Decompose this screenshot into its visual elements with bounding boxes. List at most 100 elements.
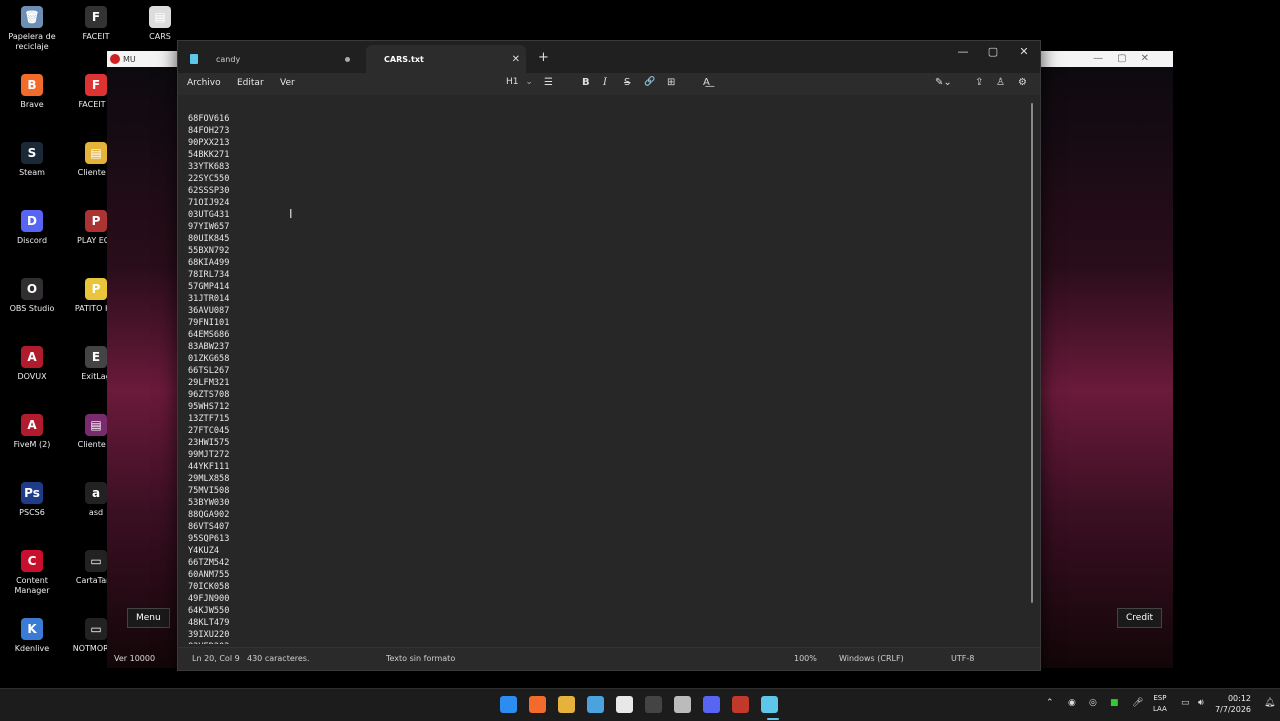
notepad-titlebar[interactable]: candy CARS.txt ✕ + — ▢ ✕ <box>178 41 1040 73</box>
text-line[interactable]: 31JTR014 <box>188 293 229 305</box>
menu-ver[interactable]: Ver <box>280 78 295 88</box>
text-line[interactable]: 80UIK845 <box>188 233 229 245</box>
start-taskbar-icon[interactable] <box>500 696 517 713</box>
notepad-window[interactable]: candy CARS.txt ✕ + — ▢ ✕ Archivo Editar … <box>177 40 1041 671</box>
nvidia-tray-icon[interactable]: ■ <box>1110 698 1119 708</box>
text-line[interactable]: 49FJN900 <box>188 593 229 605</box>
text-line[interactable]: 90PXX213 <box>188 137 229 149</box>
text-line[interactable]: 27FTC045 <box>188 425 229 437</box>
text-line[interactable]: 64KJW550 <box>188 605 229 617</box>
discord-tray-icon[interactable]: ◉ <box>1068 698 1076 708</box>
text-line[interactable]: 29MLX858 <box>188 473 229 485</box>
text-line[interactable]: 88QGA902 <box>188 509 229 521</box>
maximize-icon[interactable]: ▢ <box>978 45 1008 58</box>
text-line[interactable]: 53BYW030 <box>188 497 229 509</box>
text-line[interactable]: 95WHS712 <box>188 401 229 413</box>
text-content[interactable]: 68FOV616 84FOH273 90PXX213 54BKK271 33YTK683… <box>188 113 229 644</box>
desktop-icon[interactable]: B Brave <box>0 74 64 110</box>
text-line[interactable]: 99MJT272 <box>188 449 229 461</box>
brave-taskbar-icon[interactable] <box>529 696 546 713</box>
account-icon[interactable]: ♙ <box>996 77 1005 88</box>
menu-archivo[interactable]: Archivo <box>187 78 221 88</box>
game-credit-button[interactable]: Credit <box>1117 608 1163 628</box>
text-line[interactable]: 44YKF111 <box>188 461 229 473</box>
close-tab-icon[interactable]: ✕ <box>512 54 520 65</box>
game-window-controls[interactable]: —▢✕ <box>1093 53 1163 64</box>
text-line[interactable]: 39IXU220 <box>188 629 229 641</box>
text-line[interactable]: 84FOH273 <box>188 125 229 137</box>
text-line[interactable]: 03UTG431 <box>188 209 229 221</box>
text-line[interactable]: 01ZKG658 <box>188 353 229 365</box>
discord-taskbar-icon[interactable] <box>703 696 720 713</box>
italic-icon[interactable]: I <box>603 77 607 88</box>
file-explorer-taskbar-icon[interactable] <box>558 696 575 713</box>
text-line[interactable]: 66TZM542 <box>188 557 229 569</box>
desktop-icon[interactable]: K Kdenlive <box>0 618 64 654</box>
text-line[interactable]: 83ABW237 <box>188 341 229 353</box>
zoom-level[interactable]: 100% <box>794 654 817 663</box>
volume-icon[interactable]: 🔊︎ <box>1198 698 1204 708</box>
text-line[interactable]: Y4KUZ4 <box>188 545 229 557</box>
text-line[interactable]: 83VED202 <box>188 641 229 644</box>
text-line[interactable]: 29LFM321 <box>188 377 229 389</box>
photos-taskbar-icon[interactable] <box>587 696 604 713</box>
terminal-taskbar-icon[interactable] <box>645 696 662 713</box>
menu-editar[interactable]: Editar <box>237 78 264 88</box>
steam-tray-icon[interactable]: ◎ <box>1089 698 1097 708</box>
microphone-icon[interactable]: 🎤︎ <box>1132 698 1143 708</box>
chevron-up-icon[interactable]: ⌃ <box>1046 698 1054 708</box>
desktop-icon[interactable]: ▤ CARS <box>128 6 192 42</box>
minimize-icon[interactable]: — <box>948 45 978 58</box>
text-line[interactable]: 66TSL267 <box>188 365 229 377</box>
desktop-icon[interactable]: A FiveM (2) <box>0 414 64 450</box>
spellcheck-icon[interactable]: A͟ <box>703 77 710 88</box>
text-line[interactable]: 75MVI508 <box>188 485 229 497</box>
text-line[interactable]: 68FOV616 <box>188 113 229 125</box>
store-taskbar-icon[interactable] <box>616 696 633 713</box>
clock[interactable]: 00:12 7/7/2026 <box>1215 693 1251 715</box>
desktop-icon[interactable]: O OBS Studio <box>0 278 64 314</box>
text-line[interactable]: 68KIA499 <box>188 257 229 269</box>
text-line[interactable]: 55BXN792 <box>188 245 229 257</box>
desktop-icon[interactable]: C Content Manager <box>0 550 64 596</box>
text-line[interactable]: 23HWI575 <box>188 437 229 449</box>
heading-dropdown[interactable]: H1 ⌄ <box>506 77 533 87</box>
text-line[interactable]: 70ICK058 <box>188 581 229 593</box>
text-line[interactable]: 13ZTF715 <box>188 413 229 425</box>
text-line[interactable]: 79FNI101 <box>188 317 229 329</box>
desktop-icon[interactable]: Ps PSCS6 <box>0 482 64 518</box>
list-icon[interactable]: ☰ <box>544 77 553 88</box>
text-line[interactable]: 62SSSP30 <box>188 185 229 197</box>
settings-icon[interactable]: ⚙ <box>1018 77 1027 88</box>
text-line[interactable]: 64EMS686 <box>188 329 229 341</box>
text-line[interactable]: 97YIW657 <box>188 221 229 233</box>
text-line[interactable]: 86VTS407 <box>188 521 229 533</box>
new-tab-button[interactable]: + <box>538 50 549 65</box>
text-editor[interactable]: 68FOV616 84FOH273 90PXX213 54BKK271 33YTK683… <box>178 95 1036 644</box>
text-line[interactable]: 22SYC550 <box>188 173 229 185</box>
close-icon[interactable]: ✕ <box>1009 45 1039 58</box>
text-line[interactable]: 96ZTS708 <box>188 389 229 401</box>
game-menu-button[interactable]: Menu <box>127 608 170 628</box>
share-icon[interactable]: ⇪ <box>975 77 983 88</box>
vertical-scrollbar[interactable] <box>1031 103 1033 603</box>
tab-candy[interactable]: candy <box>184 45 366 73</box>
desktop-icon[interactable]: D Discord <box>0 210 64 246</box>
link-icon[interactable]: 🔗 <box>644 77 655 87</box>
text-line[interactable]: 33YTK683 <box>188 161 229 173</box>
text-line[interactable]: 60ANM755 <box>188 569 229 581</box>
text-line[interactable]: 78IRL734 <box>188 269 229 281</box>
desktop-icon[interactable]: A DOVUX <box>0 346 64 382</box>
notepad-taskbar-icon[interactable] <box>761 696 778 713</box>
text-line[interactable]: 48KLT479 <box>188 617 229 629</box>
text-line[interactable]: 57GMP414 <box>188 281 229 293</box>
notification-icon[interactable]: 🔔︎ <box>1264 698 1275 708</box>
obs-taskbar-icon[interactable] <box>674 696 691 713</box>
desktop-icon[interactable]: 🗑 Papelera de reciclaje <box>0 6 64 52</box>
table-icon[interactable]: ⊞ <box>667 77 675 88</box>
bold-icon[interactable]: B <box>582 77 590 88</box>
game-taskbar-icon[interactable] <box>732 696 749 713</box>
text-line[interactable]: 54BKK271 <box>188 149 229 161</box>
tab-cars-txt[interactable]: CARS.txt ✕ <box>366 45 526 73</box>
desktop-icon[interactable]: S Steam <box>0 142 64 178</box>
